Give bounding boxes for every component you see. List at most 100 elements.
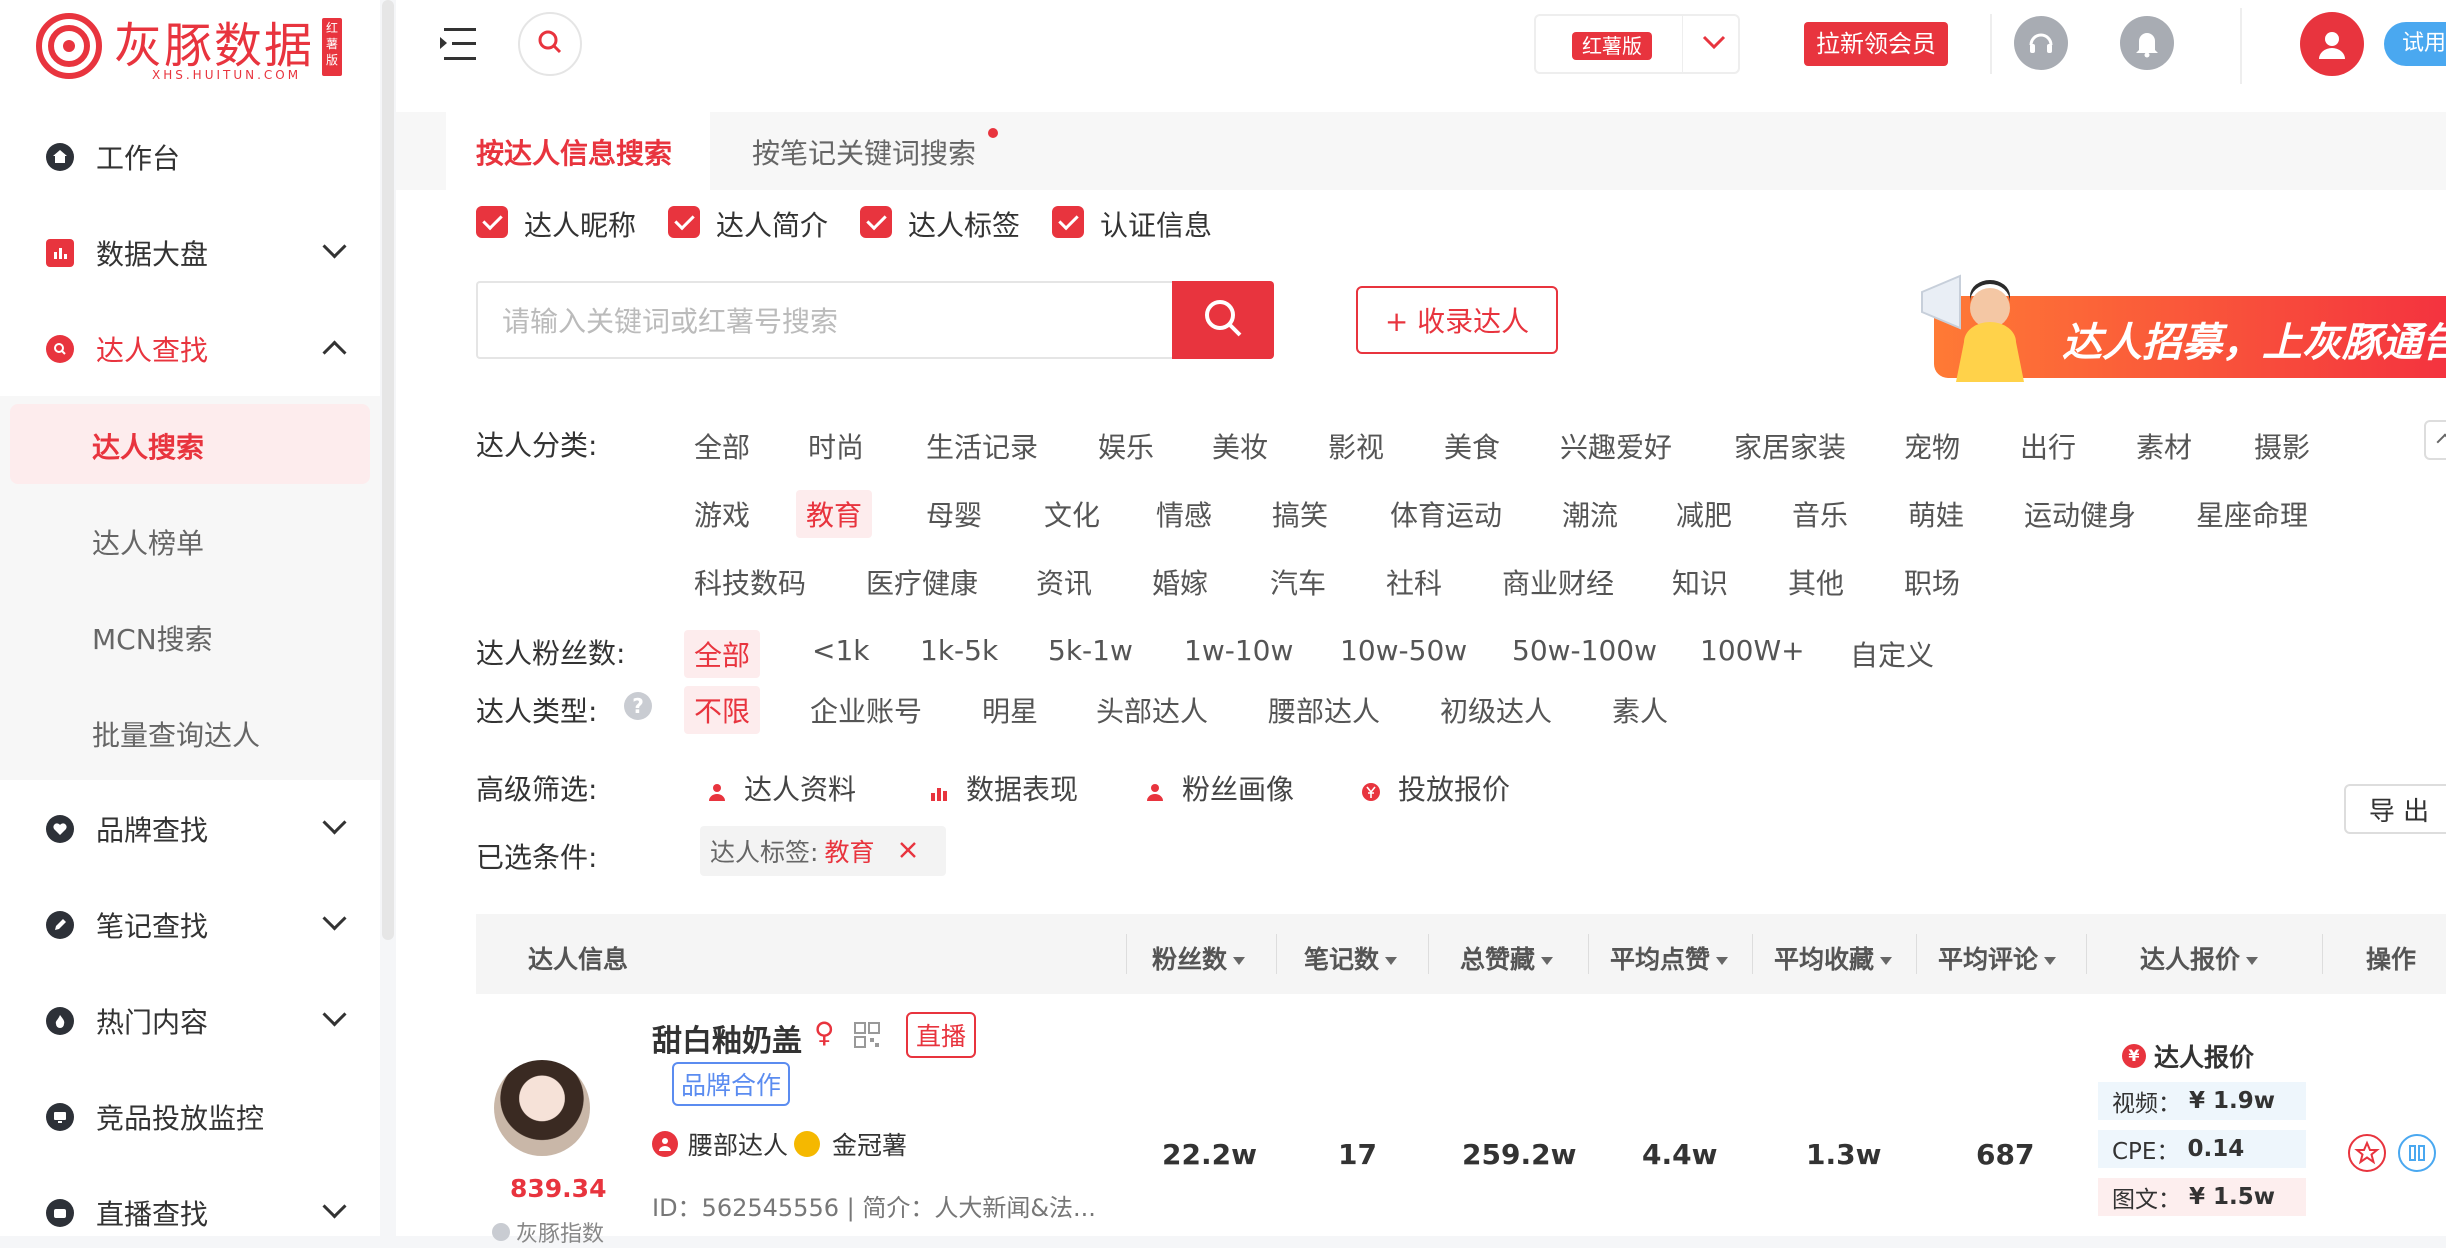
search-field[interactable] bbox=[476, 281, 1172, 359]
category-option[interactable]: 娱乐 bbox=[1098, 426, 1154, 466]
column-header-total-likes[interactable]: 总赞藏 bbox=[1460, 940, 1554, 976]
checkbox-bio[interactable] bbox=[668, 206, 700, 238]
favorite-star-icon[interactable] bbox=[2348, 1134, 2386, 1172]
fans-option[interactable]: 10w-50w bbox=[1340, 634, 1467, 667]
type-option[interactable]: 企业账号 bbox=[810, 690, 922, 730]
fans-option[interactable]: 1k-5k bbox=[920, 634, 998, 667]
category-option[interactable]: 汽车 bbox=[1270, 562, 1326, 602]
type-option[interactable]: 腰部达人 bbox=[1268, 690, 1380, 730]
category-option[interactable]: 其他 bbox=[1788, 562, 1844, 602]
category-option[interactable]: 潮流 bbox=[1562, 494, 1618, 534]
category-option[interactable]: 职场 bbox=[1904, 562, 1960, 602]
qrcode-icon[interactable] bbox=[854, 1022, 880, 1048]
sidebar-item-note-find[interactable]: 笔记查找 bbox=[0, 890, 380, 960]
search-submit-button[interactable] bbox=[1172, 281, 1274, 359]
bell-icon[interactable] bbox=[2120, 16, 2174, 70]
checkbox-tags[interactable] bbox=[860, 206, 892, 238]
column-header-notes[interactable]: 笔记数 bbox=[1304, 940, 1398, 976]
search-input[interactable] bbox=[500, 283, 1144, 359]
sidebar-item-hot-content[interactable]: 热门内容 bbox=[0, 986, 380, 1056]
avatar[interactable] bbox=[2300, 12, 2364, 76]
category-option[interactable]: 家居家装 bbox=[1734, 426, 1846, 466]
category-option[interactable]: 婚嫁 bbox=[1152, 562, 1208, 602]
sidebar-subitem-influencer-search[interactable]: 达人搜索 bbox=[92, 426, 204, 466]
influencer-name[interactable]: 甜白釉奶盖 bbox=[652, 1016, 802, 1060]
category-option[interactable]: 医疗健康 bbox=[866, 562, 978, 602]
trial-button[interactable]: 试用 bbox=[2384, 22, 2446, 66]
close-icon[interactable] bbox=[898, 837, 918, 866]
collapse-menu-icon[interactable] bbox=[438, 26, 478, 66]
fans-option[interactable]: 50w-100w bbox=[1512, 634, 1657, 667]
sidebar-item-competitor-monitor[interactable]: 竞品投放监控 bbox=[0, 1082, 380, 1152]
category-option[interactable]: 素材 bbox=[2136, 426, 2192, 466]
column-header-fans[interactable]: 粉丝数 bbox=[1152, 940, 1246, 976]
category-option[interactable]: 教育 bbox=[796, 490, 873, 538]
checkbox-verified[interactable] bbox=[1052, 206, 1084, 238]
category-option[interactable]: 时尚 bbox=[808, 426, 864, 466]
sidebar-scrollbar[interactable] bbox=[382, 0, 394, 940]
category-option[interactable]: 体育运动 bbox=[1390, 494, 1502, 534]
adv-filter-profile[interactable]: 达人资料 bbox=[706, 768, 856, 808]
sidebar-item-influencer-find[interactable]: 达人查找 bbox=[0, 314, 380, 384]
sidebar-item-workbench[interactable]: 工作台 bbox=[0, 122, 380, 192]
type-option[interactable]: 明星 bbox=[982, 690, 1038, 730]
adv-filter-performance[interactable]: 数据表现 bbox=[928, 768, 1078, 808]
category-option[interactable]: 搞笑 bbox=[1272, 494, 1328, 534]
fans-option[interactable]: 自定义 bbox=[1850, 634, 1934, 674]
checkbox-nickname[interactable] bbox=[476, 206, 508, 238]
collapse-filter-button[interactable] bbox=[2424, 420, 2446, 460]
type-option[interactable]: 素人 bbox=[1612, 690, 1668, 730]
type-option[interactable]: 头部达人 bbox=[1096, 690, 1208, 730]
sidebar-item-brand-find[interactable]: 品牌查找 bbox=[0, 794, 380, 864]
category-option[interactable]: 运动健身 bbox=[2024, 494, 2136, 534]
category-option[interactable]: 星座命理 bbox=[2196, 494, 2308, 534]
category-option[interactable]: 母婴 bbox=[926, 494, 982, 534]
invite-member-button[interactable]: 拉新领会员 bbox=[1804, 22, 1948, 66]
collect-influencer-button[interactable]: + 收录达人 bbox=[1356, 286, 1558, 354]
category-option[interactable]: 音乐 bbox=[1792, 494, 1848, 534]
category-option[interactable]: 科技数码 bbox=[694, 562, 806, 602]
category-option[interactable]: 知识 bbox=[1672, 562, 1728, 602]
category-option[interactable]: 资讯 bbox=[1036, 562, 1092, 602]
adv-filter-pricing[interactable]: 投放报价 bbox=[1360, 768, 1510, 808]
fans-option[interactable]: 全部 bbox=[684, 630, 761, 678]
fans-option[interactable]: 5k-1w bbox=[1048, 634, 1133, 667]
column-header-avg-collect[interactable]: 平均收藏 bbox=[1774, 940, 1893, 976]
top-search-button[interactable] bbox=[518, 12, 582, 76]
version-selector[interactable]: 红薯版 bbox=[1534, 14, 1740, 74]
category-option[interactable]: 摄影 bbox=[2254, 426, 2310, 466]
column-header-price[interactable]: 达人报价 bbox=[2140, 940, 2259, 976]
sidebar-item-dashboard[interactable]: 数据大盘 bbox=[0, 218, 380, 288]
category-option[interactable]: 兴趣爱好 bbox=[1560, 426, 1672, 466]
compare-icon[interactable] bbox=[2398, 1134, 2436, 1172]
fans-option[interactable]: <1k bbox=[812, 634, 870, 667]
category-option[interactable]: 情感 bbox=[1156, 494, 1212, 534]
sidebar-item-live-find[interactable]: 直播查找 bbox=[0, 1178, 380, 1248]
adv-filter-audience[interactable]: 粉丝画像 bbox=[1144, 768, 1294, 808]
category-option[interactable]: 美食 bbox=[1444, 426, 1500, 466]
column-header-avg-like[interactable]: 平均点赞 bbox=[1610, 940, 1729, 976]
category-option[interactable]: 商业财经 bbox=[1502, 562, 1614, 602]
fans-option[interactable]: 1w-10w bbox=[1184, 634, 1293, 667]
category-option[interactable]: 宠物 bbox=[1904, 426, 1960, 466]
sidebar-subitem-batch-query[interactable]: 批量查询达人 bbox=[92, 714, 260, 754]
sidebar-subitem-influencer-rank[interactable]: 达人榜单 bbox=[92, 522, 204, 562]
fans-option[interactable]: 100W+ bbox=[1700, 634, 1805, 667]
category-option[interactable]: 全部 bbox=[694, 426, 750, 466]
category-option[interactable]: 美妆 bbox=[1212, 426, 1268, 466]
category-option[interactable]: 减肥 bbox=[1676, 494, 1732, 534]
tab-note-keyword[interactable]: 按笔记关键词搜索 bbox=[752, 132, 976, 172]
tab-influencer-info[interactable]: 按达人信息搜索 bbox=[476, 132, 672, 172]
category-option[interactable]: 游戏 bbox=[694, 494, 750, 534]
type-option[interactable]: 不限 bbox=[684, 686, 761, 734]
headset-icon[interactable] bbox=[2014, 16, 2068, 70]
sidebar-subitem-mcn-search[interactable]: MCN搜索 bbox=[92, 618, 213, 658]
type-option[interactable]: 初级达人 bbox=[1440, 690, 1552, 730]
influencer-avatar[interactable] bbox=[494, 1060, 590, 1156]
column-header-avg-comment[interactable]: 平均评论 bbox=[1938, 940, 2057, 976]
export-button[interactable]: 导 出 bbox=[2344, 784, 2446, 834]
category-option[interactable]: 萌娃 bbox=[1908, 494, 1964, 534]
category-option[interactable]: 社科 bbox=[1386, 562, 1442, 602]
category-option[interactable]: 生活记录 bbox=[926, 426, 1038, 466]
category-option[interactable]: 出行 bbox=[2020, 426, 2076, 466]
